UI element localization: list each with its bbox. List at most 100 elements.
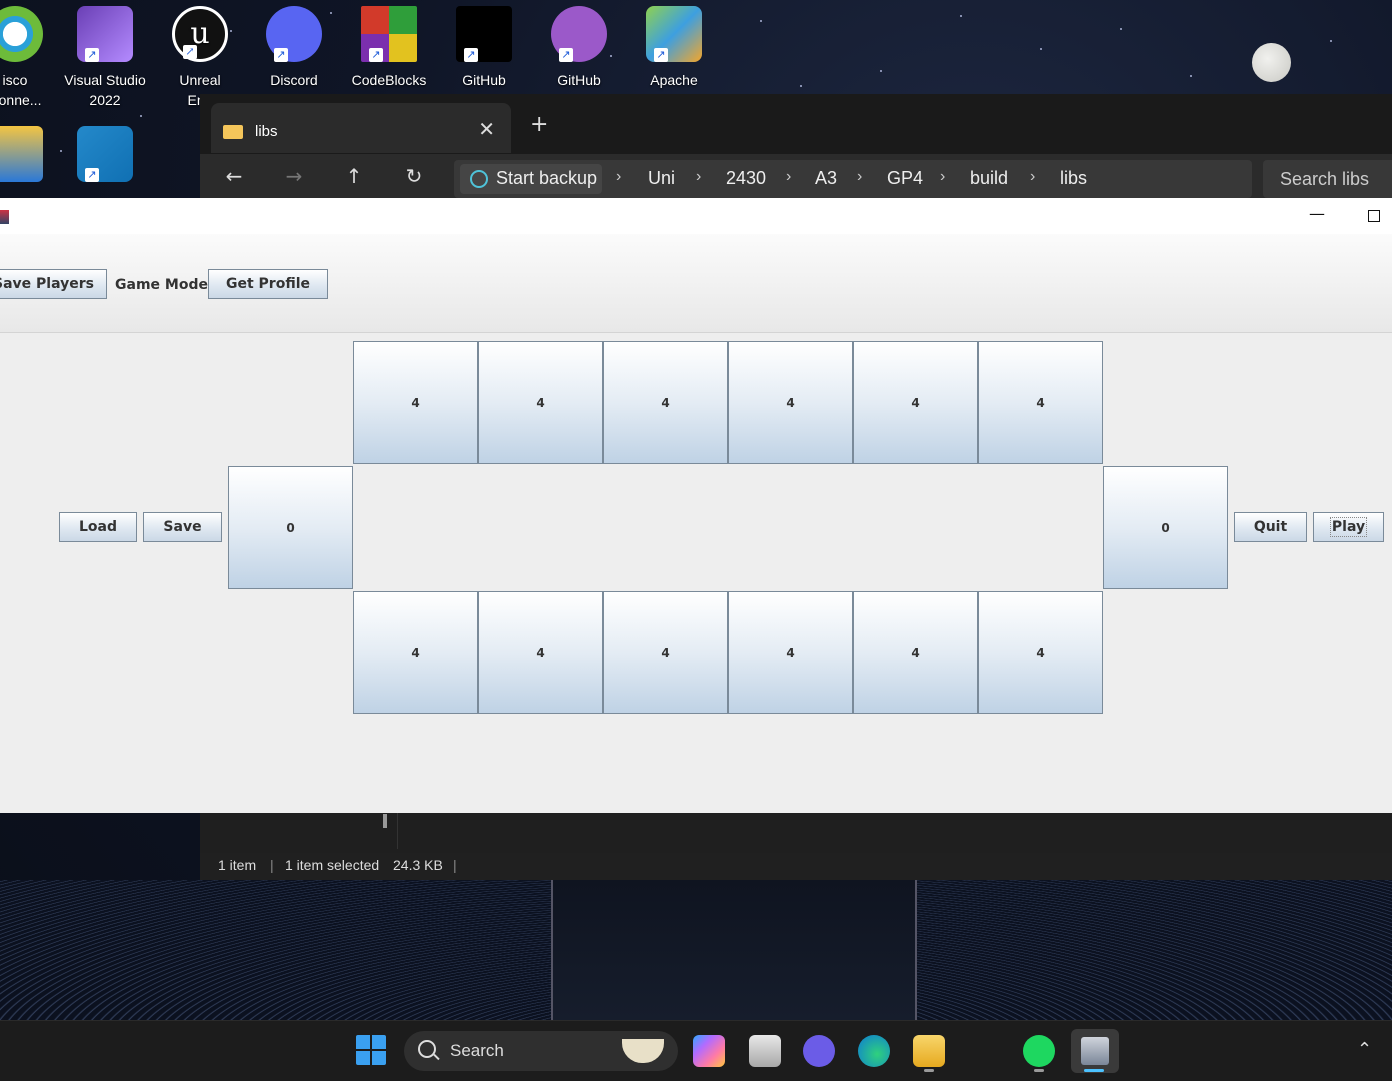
- cisco-icon: [0, 6, 43, 62]
- icon-label: Apache: [650, 72, 698, 88]
- pit-top-2[interactable]: 4: [478, 341, 603, 464]
- chevron-right-icon: ›: [616, 168, 622, 185]
- vscode-icon: ↗: [77, 126, 133, 182]
- java-app-taskbar-button[interactable]: [1071, 1029, 1119, 1073]
- edge-icon[interactable]: [858, 1035, 890, 1067]
- icon-label: CodeBlocks: [351, 72, 427, 88]
- play-button[interactable]: Play: [1313, 512, 1384, 542]
- chevron-right-icon: ›: [1030, 168, 1036, 185]
- forward-arrow-icon[interactable]: →: [279, 164, 309, 188]
- breadcrumb-a3[interactable]: A3: [815, 168, 837, 189]
- spotify-icon[interactable]: [1023, 1035, 1055, 1067]
- pit-top-6[interactable]: 4: [978, 341, 1103, 464]
- windows-start-icon[interactable]: [356, 1035, 386, 1065]
- icon-label: Unreal: [179, 72, 221, 88]
- desktop-icon-vpn[interactable]: [0, 120, 60, 190]
- pit-bottom-2[interactable]: 4: [478, 591, 603, 714]
- search-placeholder: Search libs: [1280, 169, 1370, 189]
- java-duke-icon: [1081, 1037, 1109, 1065]
- search-highlight-icon: [622, 1039, 664, 1063]
- icon-label: isco: [2, 72, 28, 88]
- icon-label: Conne...: [0, 92, 42, 108]
- shortcut-arrow-icon: ↗: [85, 48, 99, 62]
- breadcrumb-2430[interactable]: 2430: [726, 168, 766, 189]
- desktop-icon-github-desktop[interactable]: ↗ GitHub: [534, 0, 624, 90]
- desktop-icon-cisco[interactable]: isco Conne...: [0, 0, 60, 110]
- pit-top-1[interactable]: 4: [353, 341, 478, 464]
- desktop-icon-github[interactable]: ↗ GitHub: [439, 0, 529, 90]
- start-backup-label: Start backup: [496, 168, 598, 188]
- pit-bottom-4[interactable]: 4: [728, 591, 853, 714]
- shortcut-arrow-icon: ↗: [183, 45, 197, 59]
- task-view-icon[interactable]: [749, 1035, 781, 1067]
- explorer-nav-bar: ← → ↑ ↻ Start backup › Uni › 2430 › A3 ›…: [200, 154, 1392, 204]
- desktop-icon-apache[interactable]: ↗ Apache: [629, 0, 719, 90]
- shortcut-arrow-icon: ↗: [369, 48, 383, 62]
- back-arrow-icon[interactable]: ←: [219, 164, 249, 188]
- shortcut-arrow-icon: ↗: [274, 48, 288, 62]
- copilot-icon[interactable]: [693, 1035, 725, 1067]
- breadcrumb-gp4[interactable]: GP4: [887, 168, 923, 189]
- game-mode-label: Game Mode: [115, 277, 208, 293]
- pane-divider[interactable]: [397, 813, 398, 849]
- pit-top-4[interactable]: 4: [728, 341, 853, 464]
- running-indicator: [924, 1069, 934, 1072]
- folder-icon: [223, 125, 243, 139]
- selection-size: 24.3 KB: [393, 857, 443, 873]
- icon-label: Visual Studio: [64, 72, 146, 88]
- pit-bottom-5[interactable]: 4: [853, 591, 978, 714]
- search-input[interactable]: Search libs: [1263, 160, 1392, 198]
- icon-label: GitHub: [557, 72, 601, 88]
- desktop-icon-discord[interactable]: ↗ Discord: [249, 0, 339, 90]
- shortcut-arrow-icon: ↗: [85, 168, 99, 182]
- up-arrow-icon[interactable]: ↑: [339, 164, 369, 188]
- close-icon[interactable]: ✕: [478, 117, 495, 141]
- breadcrumb-libs[interactable]: libs: [1060, 168, 1087, 189]
- maximize-icon[interactable]: [1368, 210, 1380, 222]
- new-tab-button[interactable]: +: [530, 112, 548, 137]
- address-bar[interactable]: Start backup › Uni › 2430 › A3 › GP4 › b…: [454, 160, 1252, 198]
- tab-libs[interactable]: libs ✕: [211, 103, 511, 153]
- explorer-content: [200, 813, 1392, 853]
- explorer-tab-bar: libs ✕ +: [200, 94, 1392, 154]
- file-explorer-icon[interactable]: [913, 1035, 945, 1067]
- left-store[interactable]: 0: [228, 466, 353, 589]
- scrollbar-thumb[interactable]: [383, 814, 387, 828]
- moon-image: [1252, 43, 1291, 82]
- start-backup-button[interactable]: Start backup: [460, 164, 602, 194]
- quit-button[interactable]: Quit: [1234, 512, 1307, 542]
- pit-top-5[interactable]: 4: [853, 341, 978, 464]
- pit-top-3[interactable]: 4: [603, 341, 728, 464]
- save-button[interactable]: Save: [143, 512, 222, 542]
- chevron-up-icon[interactable]: ⌃: [1357, 1039, 1372, 1060]
- breadcrumb-uni[interactable]: Uni: [648, 168, 675, 189]
- shortcut-arrow-icon: ↗: [464, 48, 478, 62]
- desktop-icon-visual-studio[interactable]: ↗ Visual Studio 2022: [60, 0, 150, 110]
- shortcut-arrow-icon: ↗: [559, 48, 573, 62]
- icon-label: GitHub: [462, 72, 506, 88]
- github-desktop-icon: ↗: [551, 6, 607, 62]
- desktop-icon-vscode[interactable]: ↗: [60, 120, 150, 190]
- game-toolbar: Save Players Game Mode Get Profile: [0, 234, 1392, 333]
- taskbar: Search ⌃: [0, 1020, 1392, 1081]
- refresh-icon[interactable]: ↻: [399, 164, 429, 188]
- pit-bottom-1[interactable]: 4: [353, 591, 478, 714]
- visual-studio-icon: ↗: [77, 6, 133, 62]
- taskbar-search[interactable]: Search: [404, 1031, 678, 1071]
- teams-icon[interactable]: [803, 1035, 835, 1067]
- pit-bottom-3[interactable]: 4: [603, 591, 728, 714]
- shortcut-arrow-icon: ↗: [654, 48, 668, 62]
- breadcrumb-build[interactable]: build: [970, 168, 1008, 189]
- java-app-icon: [0, 210, 9, 224]
- minimize-icon[interactable]: —: [1309, 204, 1325, 223]
- desktop-icon-codeblocks[interactable]: ↗ CodeBlocks: [344, 0, 434, 90]
- pit-bottom-6[interactable]: 4: [978, 591, 1103, 714]
- right-store[interactable]: 0: [1103, 466, 1228, 589]
- taskbar-search-label: Search: [450, 1041, 504, 1060]
- load-button[interactable]: Load: [59, 512, 137, 542]
- chevron-right-icon: ›: [696, 168, 702, 185]
- get-profile-button[interactable]: Get Profile: [208, 269, 328, 299]
- chevron-right-icon: ›: [940, 168, 946, 185]
- save-players-button[interactable]: Save Players: [0, 269, 107, 299]
- item-count: 1 item: [218, 857, 257, 873]
